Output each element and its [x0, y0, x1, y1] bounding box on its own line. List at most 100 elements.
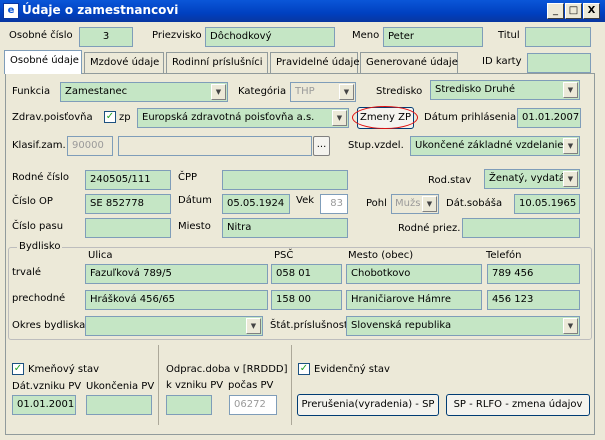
chevron-down-icon[interactable]: ▼ [422, 196, 437, 212]
separator-1 [158, 345, 159, 425]
cislo-pasu-label: Číslo pasu [12, 221, 64, 232]
tab-rodinni-prislusnici[interactable]: Rodinní príslušníci [166, 52, 268, 73]
datum-narodenia-field[interactable]: 05.05.1924 [222, 194, 290, 214]
dat-vzniku-pv-field[interactable]: 01.01.2001 [12, 395, 76, 415]
tab-osobne-udaje[interactable]: Osobné údaje [4, 50, 82, 74]
prerusenia-sp-button[interactable]: Prerušenia(vyradenia) - SP [297, 394, 439, 416]
cpp-field[interactable] [222, 170, 348, 190]
highlight-oval [352, 106, 418, 129]
funkcia-select[interactable]: Zamestanec ▼ [60, 82, 228, 102]
cpp-label: ČPP [178, 172, 198, 183]
trvale-mesto-field[interactable]: Chobotkovo [346, 264, 482, 284]
window-title: Údaje o zamestnancovi [22, 3, 179, 17]
chevron-down-icon[interactable]: ▼ [211, 84, 226, 100]
stup-vzdel-select[interactable]: Ukončené základné vzdelanie ▼ [410, 136, 580, 156]
chevron-down-icon[interactable]: ▼ [563, 171, 578, 187]
titul-label: Titul [498, 30, 520, 41]
cislo-pasu-field[interactable] [85, 218, 171, 238]
tab-pravidelne-udaje[interactable]: Pravidelné údaje [270, 52, 359, 73]
klasif-browse-button[interactable]: ... [313, 136, 330, 156]
prechodne-mesto-field[interactable]: Hraničiarove Hámre [346, 290, 482, 310]
chevron-down-icon[interactable]: ▼ [563, 138, 578, 154]
rodne-priez-field[interactable] [462, 218, 580, 238]
trvale-ulica-field[interactable]: Fazuľková 789/5 [85, 264, 268, 284]
evidencny-stav-checkbox[interactable]: ✓ [298, 363, 310, 375]
dat-vzniku-pv-label: Dát.vzniku PV [12, 381, 82, 392]
chevron-down-icon[interactable]: ▼ [332, 110, 347, 126]
psc-header: PSČ [274, 250, 294, 261]
pohlavie-label: Pohl [366, 198, 387, 209]
meno-label: Meno [352, 30, 380, 41]
klasif-zam-name-field[interactable] [118, 136, 312, 156]
minimize-button[interactable]: _ [547, 3, 564, 19]
cislo-op-label: Číslo OP [12, 196, 53, 207]
odprac-doba-label: Odprac.doba v [RRDDD] [166, 364, 288, 375]
zdrav-poistovna-label: Zdrav.poisťovňa [12, 112, 93, 123]
rod-stav-label: Rod.stav [428, 175, 472, 186]
vek-label: Vek [296, 195, 315, 206]
kategoria-select[interactable]: THP ▼ [290, 82, 356, 102]
prechodne-telefon-field[interactable]: 456 123 [487, 290, 580, 310]
trvale-psc-field[interactable]: 058 01 [271, 264, 342, 284]
stat-prislusnost-select[interactable]: Slovenská republika ▼ [346, 316, 580, 336]
title-bar[interactable]: e Údaje o zamestnancovi _ □ X [0, 0, 605, 22]
maximize-button[interactable]: □ [565, 3, 582, 19]
mesto-header: Mesto (obec) [348, 250, 414, 261]
stredisko-label: Stredisko [376, 86, 423, 97]
rod-stav-select[interactable]: Ženatý, vydatá ▼ [484, 169, 580, 189]
sp-rlfo-button[interactable]: SP - RLFO - zmena údajov [446, 394, 590, 416]
kmenovy-stav-label: Kmeňový stav [28, 364, 100, 375]
priezvisko-field[interactable]: Dôchodkový [205, 27, 335, 47]
titul-field[interactable] [525, 27, 591, 47]
dat-sobasa-field[interactable]: 10.05.1965 [514, 194, 580, 214]
prechodne-psc-field[interactable]: 158 00 [271, 290, 342, 310]
rodne-cislo-field[interactable]: 240505/111 [85, 170, 171, 190]
chevron-down-icon[interactable]: ▼ [246, 318, 261, 334]
cislo-op-field[interactable]: SE 852778 [85, 194, 171, 214]
okres-bydliska-label: Okres bydliska [12, 320, 86, 331]
chevron-down-icon[interactable]: ▼ [339, 84, 354, 100]
okres-bydliska-select[interactable]: ▼ [85, 316, 263, 336]
vek-field: 83 [320, 194, 348, 214]
miesto-label: Miesto [178, 221, 211, 232]
rodne-cislo-label: Rodné číslo [12, 172, 70, 183]
stredisko-select[interactable]: Stredisko Druhé ▼ [430, 80, 580, 100]
bydlisko-title: Bydlisko [17, 241, 63, 253]
trvale-label: trvalé [12, 267, 42, 278]
miesto-field[interactable]: Nitra [222, 218, 348, 238]
chevron-down-icon[interactable]: ▼ [563, 318, 578, 334]
klasif-zam-field[interactable]: 90000 [67, 136, 113, 156]
trvale-telefon-field[interactable]: 789 456 [487, 264, 580, 284]
prechodne-ulica-field[interactable]: Hrášková 456/65 [85, 290, 268, 310]
id-karty-label: ID karty [482, 56, 522, 67]
tab-generovane-udaje[interactable]: Generované údaje [360, 52, 458, 73]
datum-prihlasenia-field[interactable]: 01.01.2007 [517, 108, 581, 128]
pocas-pv-field: 06272 [229, 395, 277, 415]
osobne-cislo-field[interactable]: 3 [79, 27, 133, 47]
datum-prihlasenia-label: Dátum prihlásenia [424, 112, 517, 123]
pohlavie-select[interactable]: Mužs ▼ [391, 194, 439, 214]
stat-prislusnost-label: Štát.príslušnosť [270, 320, 348, 331]
k-vzniku-pv-field[interactable] [166, 395, 212, 415]
klasif-zam-label: Klasif.zam. [12, 140, 66, 151]
evidencny-stav-label: Evidenčný stav [314, 364, 390, 375]
priezvisko-label: Priezvisko [152, 30, 202, 41]
zp-checkbox[interactable]: ✓ [104, 111, 116, 123]
k-vzniku-pv-label: k vzniku PV [166, 380, 224, 391]
ukoncenia-pv-field[interactable] [86, 395, 152, 415]
prechodne-label: prechodné [12, 293, 66, 304]
ulica-header: Ulica [88, 250, 113, 261]
pocas-pv-label: počas PV [228, 380, 274, 391]
kategoria-label: Kategória [238, 86, 287, 97]
osobne-cislo-label: Osobné číslo [9, 30, 73, 41]
meno-field[interactable]: Peter [383, 27, 483, 47]
funkcia-label: Funkcia [12, 86, 51, 97]
kmenovy-stav-checkbox[interactable]: ✓ [12, 363, 24, 375]
id-karty-field[interactable] [527, 53, 591, 73]
separator-2 [291, 345, 292, 425]
chevron-down-icon[interactable]: ▼ [563, 82, 578, 98]
tab-mzdove-udaje[interactable]: Mzdové údaje [84, 52, 164, 73]
telefon-header: Telefón [486, 250, 522, 261]
zdrav-poistovna-select[interactable]: Europská zdravotná poisťovňa a.s. ▼ [137, 108, 349, 128]
close-button[interactable]: X [583, 3, 600, 19]
